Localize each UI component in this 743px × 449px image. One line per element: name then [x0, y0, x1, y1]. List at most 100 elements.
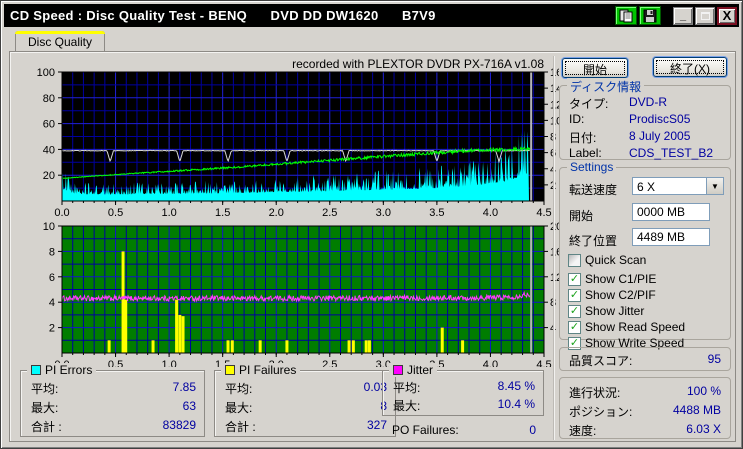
svg-text:8: 8 — [49, 246, 55, 258]
po-failures-label: PO Failures: — [392, 423, 459, 437]
copy-icon — [619, 9, 633, 22]
checkbox-icon: ✓ — [568, 304, 581, 318]
app-window: CD Speed : Disc Quality Test - BENQ DVD … — [0, 0, 743, 449]
po-failures-value: 0 — [529, 423, 536, 437]
disc-date-label: 日付: — [569, 131, 597, 145]
close-button[interactable]: X — [717, 6, 737, 25]
start-position-label: 開始 — [569, 209, 594, 223]
speed-readout-value: 6.03 X — [686, 422, 721, 436]
svg-text:2.5: 2.5 — [322, 359, 337, 367]
tab-strip: Disc Quality — [9, 31, 734, 52]
pi-errors-statbox: PI Errors 平均: 7.85 最大: 63 合計 :83829 — [20, 363, 205, 437]
svg-text:4.0: 4.0 — [483, 207, 498, 219]
progress-label: 進行状況: — [569, 386, 621, 400]
speed-label: 転送速度 — [569, 183, 618, 197]
tab-label: Disc Quality — [28, 35, 93, 49]
disc-label-label: Label: — [569, 146, 602, 160]
window-title: CD Speed : Disc Quality Test - BENQ DVD … — [10, 8, 436, 23]
pi-failures-legend-swatch — [225, 365, 235, 375]
checkbox-quick-scan[interactable]: ✓Quick Scan — [568, 253, 646, 267]
disc-id-value: ProdiscS05 — [629, 112, 691, 126]
po-failures-row: PO Failures: 0 — [392, 423, 536, 437]
checkbox-icon: ✓ — [568, 320, 581, 334]
svg-text:0.5: 0.5 — [108, 207, 123, 219]
tab-disc-quality[interactable]: Disc Quality — [15, 31, 106, 52]
quality-score-value: 95 — [707, 352, 721, 366]
settings-group: Settings 転送速度 6 X ▼ 開始 0000 MB 終了位置 4489… — [559, 160, 731, 350]
progress-value: 100 % — [686, 384, 721, 398]
pi-errors-legend-swatch — [31, 365, 41, 375]
speed-readout-label: 速度: — [569, 424, 597, 438]
panel-divider — [553, 56, 555, 440]
checkbox-show-jitter[interactable]: ✓ Show Jitter — [568, 304, 644, 318]
position-value: 4488 MB — [672, 403, 721, 417]
start-position-field[interactable]: 0000 MB — [632, 203, 710, 221]
svg-text:0.5: 0.5 — [108, 359, 123, 367]
pi-failures-title: PI Failures — [239, 363, 297, 377]
minimize-button[interactable]: _ — [673, 6, 693, 25]
position-label: ポジション: — [569, 405, 633, 419]
pi-failures-total: 327 — [366, 418, 387, 432]
svg-text:1.5: 1.5 — [215, 207, 230, 219]
end-position-label: 終了位置 — [569, 234, 618, 248]
svg-text:recorded with PLEXTOR DVDR: recorded with PLEXTOR DVDR PX-716A v1.08 — [292, 57, 544, 71]
jitter-title: Jitter — [407, 363, 434, 377]
checkbox-icon: ✓ — [568, 288, 581, 302]
pi-errors-title: PI Errors — [45, 363, 93, 377]
svg-text:40: 40 — [43, 144, 55, 156]
pi-errors-avg: 7.85 — [172, 380, 196, 394]
settings-title: Settings — [567, 160, 617, 174]
start-button[interactable]: 開始 — [562, 58, 628, 78]
disc-type-value: DVD-R — [629, 95, 667, 109]
jitter-legend-swatch — [393, 365, 403, 375]
svg-text:80: 80 — [43, 93, 55, 105]
pi-errors-total: 83829 — [162, 418, 196, 432]
svg-text:2.5: 2.5 — [322, 207, 337, 219]
disc-label-value: CDS_TEST_B2 — [629, 146, 714, 160]
svg-text:1.0: 1.0 — [161, 207, 176, 219]
save-results-button[interactable] — [639, 6, 661, 25]
pi-failures-statbox: PI Failures 平均: 0.03 最大: 8 合計 :327 — [214, 363, 396, 437]
checkbox-icon: ✓ — [568, 253, 581, 267]
svg-text:100: 100 — [37, 67, 55, 79]
checkbox-show-c1-pie[interactable]: ✓ Show C1/PIE — [568, 272, 656, 286]
checkbox-icon: ✓ — [568, 272, 581, 286]
svg-text:2: 2 — [49, 323, 55, 335]
quality-score-label: 品質スコア: — [569, 354, 633, 368]
svg-text:4.5: 4.5 — [536, 359, 551, 367]
copy-to-clipboard-button[interactable] — [615, 6, 637, 25]
title-bar[interactable]: CD Speed : Disc Quality Test - BENQ DVD … — [4, 4, 739, 27]
speed-select[interactable]: 6 X ▼ — [632, 177, 724, 195]
end-position-field[interactable]: 4489 MB — [632, 228, 710, 246]
svg-text:6: 6 — [49, 272, 55, 284]
speed-selected-value: 6 X — [637, 180, 656, 194]
maximize-button[interactable] — [695, 6, 715, 25]
disc-type-label: タイプ: — [569, 97, 609, 111]
quality-speed-chart: 204060801002468101214160.00.51.01.52.02.… — [37, 57, 559, 219]
quality-score-group: 品質スコア: 95 — [559, 347, 731, 371]
svg-text:1.0: 1.0 — [161, 359, 176, 367]
active-tab-highlight — [15, 31, 106, 34]
exit-button[interactable]: 終了(X) — [653, 57, 727, 77]
svg-text:0.0: 0.0 — [54, 207, 69, 219]
progress-group: 進行状況: 100 % ポジション: 4488 MB 速度: 6.03 X — [559, 377, 731, 439]
jitter-avg: 8.45 % — [497, 379, 535, 393]
maximize-icon — [700, 11, 710, 20]
svg-text:2.0: 2.0 — [269, 207, 284, 219]
disc-info-group: ディスク情報 タイプ: DVD-R ID: ProdiscS05 日付: 8 July… — [559, 78, 731, 160]
disc-date-value: 8 July 2005 — [629, 129, 691, 143]
svg-text:4: 4 — [49, 297, 55, 309]
chevron-down-icon[interactable]: ▼ — [706, 178, 723, 194]
svg-text:60: 60 — [43, 119, 55, 131]
jitter-statbox: Jitter 平均: 8.45 % 最大: 10.4 % — [382, 363, 544, 416]
save-floppy-icon — [643, 9, 657, 22]
jitter-max: 10.4 % — [497, 397, 535, 411]
svg-text:20: 20 — [43, 170, 55, 182]
checkbox-show-c2-pif[interactable]: ✓ Show C2/PIF — [568, 288, 656, 302]
svg-text:10: 10 — [43, 221, 55, 233]
checkbox-show-read-speed[interactable]: ✓ Show Read Speed — [568, 320, 685, 334]
svg-text:4.0: 4.0 — [483, 359, 498, 367]
disc-info-title: ディスク情報 — [567, 78, 645, 95]
pi-errors-max: 63 — [182, 399, 196, 413]
svg-text:3.0: 3.0 — [376, 207, 391, 219]
